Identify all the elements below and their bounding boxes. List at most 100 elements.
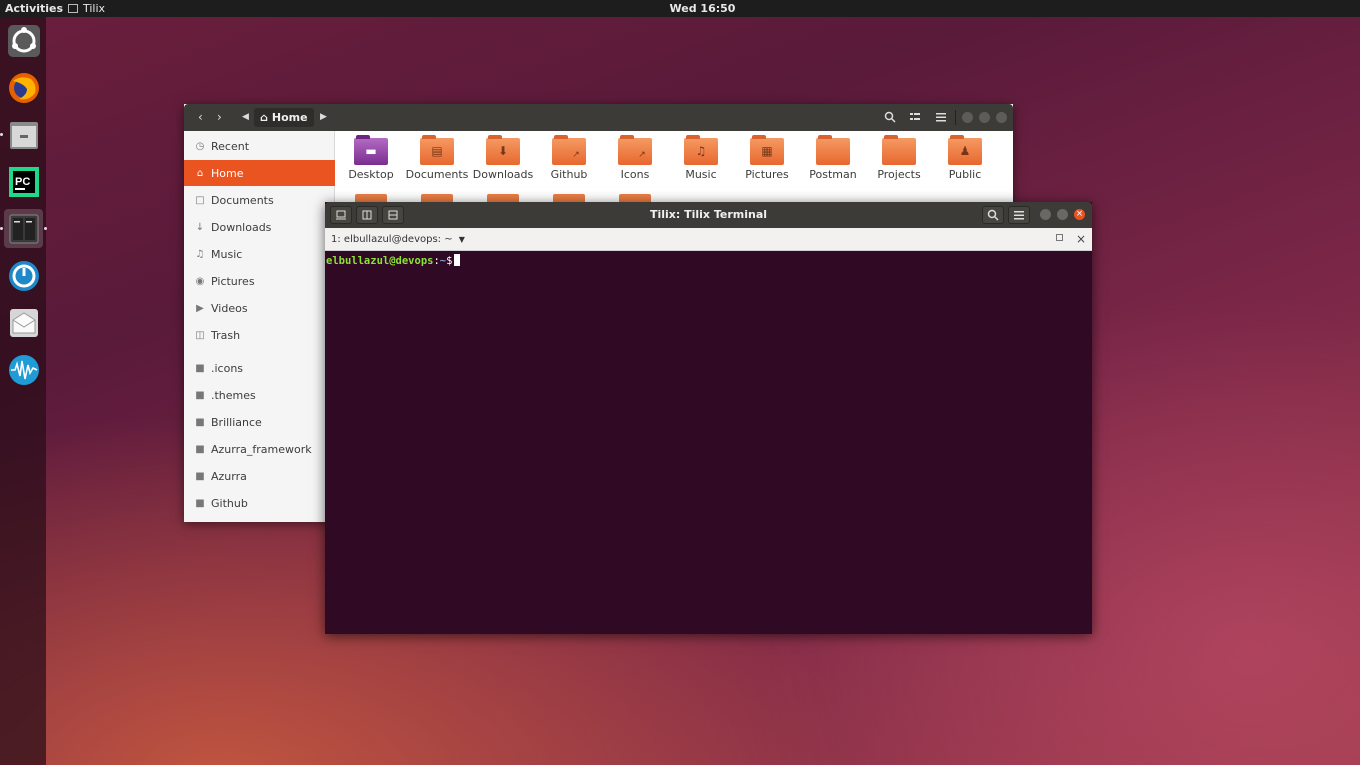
dock-firefox[interactable] xyxy=(4,68,43,107)
sidebar-item-home[interactable]: ⌂ Home xyxy=(184,160,335,186)
folder-peek[interactable] xyxy=(553,194,585,202)
path-left-arrow[interactable]: ◀ xyxy=(242,104,249,131)
folder-label: Downloads xyxy=(472,168,534,181)
folder-public[interactable]: ♟ Public xyxy=(932,135,998,181)
folder-pictures[interactable]: ▦ Pictures xyxy=(734,135,800,181)
sidebar-item-themes[interactable]: ■ .themes xyxy=(184,382,335,408)
sidebar-item-label: .themes xyxy=(211,388,256,402)
folder-label: Desktop xyxy=(348,168,394,181)
download-icon: ↓ xyxy=(195,221,205,233)
folder-icons[interactable]: ↗ Icons xyxy=(602,135,668,181)
maximize-terminal-icon[interactable] xyxy=(1056,234,1063,241)
dock-timeshift[interactable] xyxy=(4,256,43,295)
sidebar-item-videos[interactable]: ▶ Videos xyxy=(184,295,335,321)
dock-mail[interactable] xyxy=(4,303,43,342)
close-terminal-icon[interactable]: × xyxy=(1076,228,1086,251)
sidebar-item-icons[interactable]: ■ .icons xyxy=(184,355,335,381)
split-right-icon xyxy=(362,210,372,220)
pycharm-icon: PC xyxy=(8,166,39,197)
split-down-icon xyxy=(388,210,398,220)
folder-peek[interactable] xyxy=(421,194,453,202)
close-button[interactable]: × xyxy=(1074,209,1085,220)
sidebar-item-label: Music xyxy=(211,247,243,261)
terminal-session-title[interactable]: 1: elbullazul@devops: ~ ▼ xyxy=(331,228,465,251)
home-icon: ⌂ xyxy=(260,111,268,124)
top-bar: Activities Tilix Wed 16:50 xyxy=(0,0,1360,17)
forward-button[interactable]: › xyxy=(217,104,222,131)
tilix-window[interactable]: Tilix: Tilix Terminal × 1: elbullazul@de… xyxy=(325,202,1092,634)
music-icon: ♫ xyxy=(195,248,205,260)
minimize-button[interactable] xyxy=(962,112,973,123)
menu-button[interactable] xyxy=(1008,206,1030,224)
terminal-titlebar: 1: elbullazul@devops: ~ ▼ × xyxy=(325,228,1092,251)
dock-pycharm[interactable]: PC xyxy=(4,162,43,201)
documents-folder-icon: ▤ xyxy=(420,135,454,165)
path-bar-home[interactable]: ⌂ Home xyxy=(254,108,314,127)
sidebar-item-recent[interactable]: ◷ Recent xyxy=(184,133,335,159)
maximize-button[interactable] xyxy=(1057,209,1068,220)
sidebar-item-pictures[interactable]: ◉ Pictures xyxy=(184,268,335,294)
folder-github[interactable]: ↗ Github xyxy=(536,135,602,181)
folder-label: Github xyxy=(550,168,588,181)
sidebar-item-trash[interactable]: ◫ Trash xyxy=(184,322,335,348)
clock[interactable]: Wed 16:50 xyxy=(0,0,1360,17)
search-button[interactable] xyxy=(884,104,896,131)
folder-peek[interactable] xyxy=(487,194,519,202)
sessions-button[interactable] xyxy=(330,206,352,224)
clock-icon: ◷ xyxy=(195,140,205,152)
folder-postman[interactable]: Postman xyxy=(800,135,866,181)
music-folder-icon: ♫ xyxy=(684,135,718,165)
prompt-symbol: $ xyxy=(446,255,453,267)
folder-icon: ■ xyxy=(195,470,205,482)
path-right-arrow[interactable]: ▶ xyxy=(320,104,327,131)
dock: PC xyxy=(0,17,47,765)
video-icon: ▶ xyxy=(196,302,204,314)
folder-label: Projects xyxy=(877,168,921,181)
sidebar-item-label: Home xyxy=(211,166,244,180)
pictures-folder-icon: ▦ xyxy=(750,135,784,165)
menu-button[interactable] xyxy=(935,104,947,131)
folder-label: Pictures xyxy=(745,168,789,181)
sidebar-item-label: Azurra_framework xyxy=(211,442,312,456)
folder-icon: ■ xyxy=(195,416,205,428)
folder-documents[interactable]: ▤ Documents xyxy=(404,135,470,181)
dock-audio-recorder[interactable] xyxy=(4,350,43,389)
dock-files[interactable] xyxy=(0,115,43,154)
view-options-button[interactable] xyxy=(909,104,921,131)
minimize-button[interactable] xyxy=(1040,209,1051,220)
folder-downloads[interactable]: ⬇ Downloads xyxy=(470,135,536,181)
dock-ubuntu-software[interactable] xyxy=(4,21,43,60)
sidebar-item-label: Videos xyxy=(211,301,248,315)
list-view-icon xyxy=(910,113,920,120)
sidebar-item-music[interactable]: ♫ Music xyxy=(184,241,335,267)
public-folder-icon: ♟ xyxy=(948,135,982,165)
folder-icon: ■ xyxy=(195,443,205,455)
sidebar-item-github[interactable]: ■ Github xyxy=(184,490,335,516)
close-button[interactable] xyxy=(996,112,1007,123)
folder-peek[interactable] xyxy=(619,194,651,202)
folder-music[interactable]: ♫ Music xyxy=(668,135,734,181)
sidebar-item-documents[interactable]: □ Documents xyxy=(184,187,335,213)
document-icon: □ xyxy=(195,194,205,206)
header-separator xyxy=(955,110,956,125)
folder-peek[interactable] xyxy=(355,194,387,202)
folder-icon: ■ xyxy=(195,497,205,509)
sidebar-item-label: Downloads xyxy=(211,220,272,234)
back-button[interactable]: ‹ xyxy=(198,104,203,131)
add-terminal-right-button[interactable] xyxy=(356,206,378,224)
find-button[interactable] xyxy=(982,206,1004,224)
terminal-output[interactable]: elbullazul@devops:~$ xyxy=(325,251,1092,634)
files-sidebar: ◷ Recent ⌂ Home □ Documents ↓ Downloads … xyxy=(184,131,335,522)
add-terminal-down-button[interactable] xyxy=(382,206,404,224)
sidebar-item-azurra[interactable]: ■ Azurra xyxy=(184,463,335,489)
folder-label: Icons xyxy=(620,168,650,181)
sidebar-item-downloads[interactable]: ↓ Downloads xyxy=(184,214,335,240)
sidebar-item-brilliance[interactable]: ■ Brilliance xyxy=(184,409,335,435)
sidebar-item-azurra-framework[interactable]: ■ Azurra_framework xyxy=(184,436,335,462)
folder-label: Postman xyxy=(809,168,857,181)
dock-tilix[interactable] xyxy=(0,209,47,248)
maximize-button[interactable] xyxy=(979,112,990,123)
folder-desktop[interactable]: ▬ Desktop xyxy=(338,135,404,181)
folder-icon: ■ xyxy=(195,389,205,401)
folder-projects[interactable]: Projects xyxy=(866,135,932,181)
